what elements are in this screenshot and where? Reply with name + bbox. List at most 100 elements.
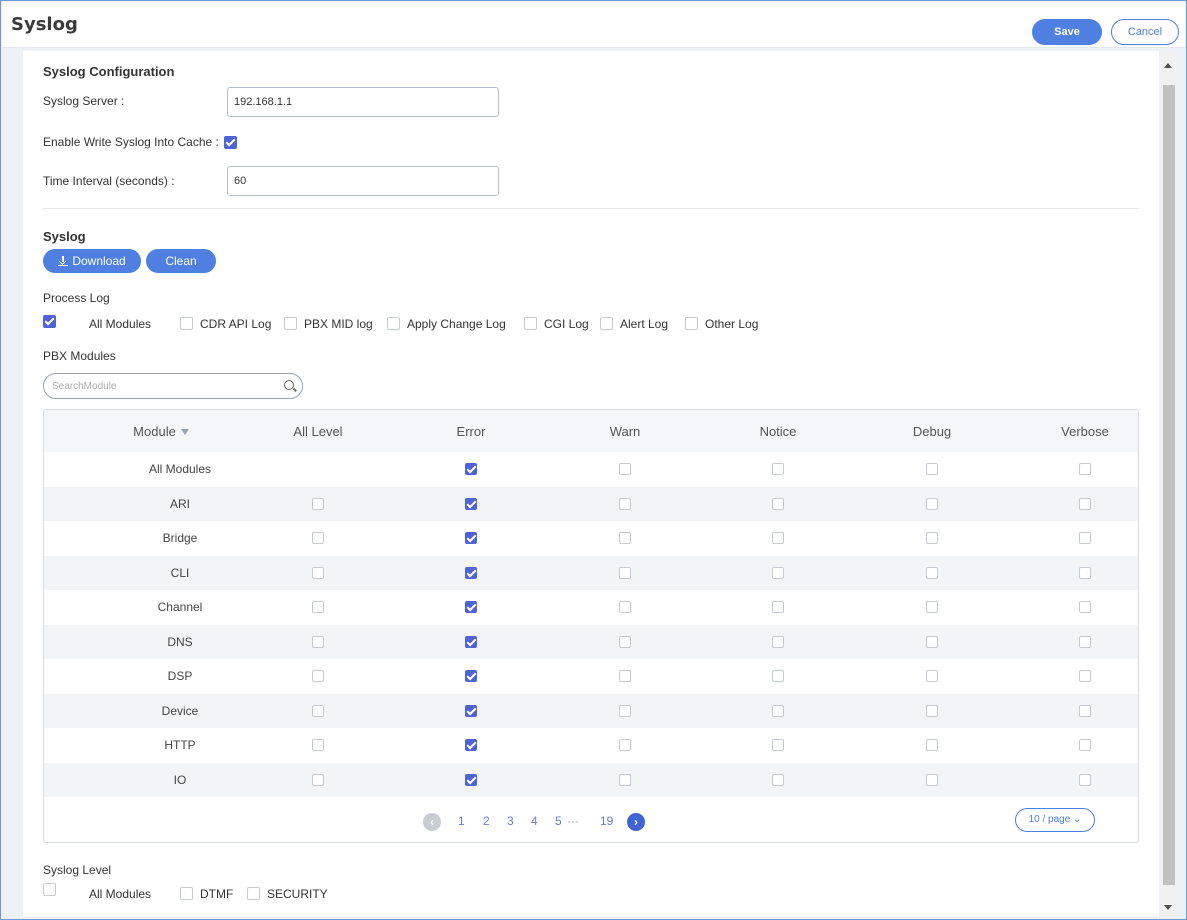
notice-checkbox[interactable] xyxy=(772,497,784,510)
warn-checkbox[interactable] xyxy=(619,497,631,510)
search-input[interactable]: SearchModule xyxy=(52,381,116,392)
chevron-left-icon[interactable]: ‹ xyxy=(423,813,441,831)
verbose-checkbox[interactable] xyxy=(1079,497,1091,510)
warn-checkbox[interactable] xyxy=(619,463,631,475)
scroll-down-icon[interactable] xyxy=(1164,905,1172,910)
chevron-right-icon[interactable]: › xyxy=(627,813,645,831)
error-checkbox[interactable] xyxy=(465,773,477,786)
notice-checkbox[interactable] xyxy=(772,773,784,786)
debug-checkbox[interactable] xyxy=(926,601,938,613)
cdr-api-log-checkbox[interactable] xyxy=(180,317,193,330)
notice-checkbox[interactable] xyxy=(772,601,784,613)
debug-checkbox[interactable] xyxy=(926,670,938,682)
clean-button[interactable]: Clean xyxy=(146,249,216,273)
error-checkbox[interactable] xyxy=(465,497,477,510)
error-checkbox[interactable] xyxy=(465,566,477,579)
vertical-scrollbar[interactable] xyxy=(1161,51,1177,917)
notice-checkbox[interactable] xyxy=(772,532,784,544)
warn-checkbox[interactable] xyxy=(619,566,631,579)
all-level-checkbox[interactable] xyxy=(312,532,324,544)
warn-checkbox[interactable] xyxy=(619,773,631,786)
cancel-button[interactable]: Cancel xyxy=(1111,19,1179,45)
warn-checkbox[interactable] xyxy=(619,739,631,751)
notice-checkbox[interactable] xyxy=(772,463,784,475)
debug-checkbox[interactable] xyxy=(926,739,938,751)
cache-label: Enable Write Syslog Into Cache : xyxy=(43,135,219,149)
level-all-modules-checkbox[interactable] xyxy=(43,883,56,896)
security-checkbox[interactable] xyxy=(247,887,260,900)
all-level-checkbox[interactable] xyxy=(312,635,324,648)
process-all-modules-checkbox[interactable] xyxy=(43,315,56,328)
debug-checkbox[interactable] xyxy=(926,773,938,786)
verbose-checkbox[interactable] xyxy=(1079,463,1091,475)
filter-icon[interactable] xyxy=(180,429,189,435)
notice-checkbox[interactable] xyxy=(772,739,784,751)
all-level-checkbox[interactable] xyxy=(312,739,324,751)
search-module-box[interactable]: SearchModule xyxy=(43,373,303,399)
other-log-checkbox[interactable] xyxy=(685,317,698,330)
syslog-server-input[interactable]: 192.168.1.1 xyxy=(227,87,499,117)
download-button[interactable]: Download xyxy=(43,249,141,273)
debug-checkbox[interactable] xyxy=(926,463,938,475)
error-checkbox[interactable] xyxy=(465,601,477,613)
page-2[interactable]: 2 xyxy=(483,814,490,828)
debug-checkbox[interactable] xyxy=(926,497,938,510)
table-row: DNS xyxy=(44,624,1138,659)
warn-checkbox[interactable] xyxy=(619,704,631,717)
verbose-checkbox[interactable] xyxy=(1079,601,1091,613)
apply-change-log-checkbox[interactable] xyxy=(387,317,400,330)
page-size-select[interactable]: 10 / page ⌄ xyxy=(1015,808,1095,832)
cache-checkbox[interactable] xyxy=(224,136,237,149)
all-level-checkbox[interactable] xyxy=(312,601,324,613)
search-icon[interactable] xyxy=(284,380,294,390)
verbose-checkbox[interactable] xyxy=(1079,739,1091,751)
notice-checkbox[interactable] xyxy=(772,635,784,648)
notice-checkbox[interactable] xyxy=(772,566,784,579)
debug-checkbox[interactable] xyxy=(926,566,938,579)
warn-checkbox[interactable] xyxy=(619,601,631,613)
all-level-checkbox[interactable] xyxy=(312,670,324,682)
verbose-checkbox[interactable] xyxy=(1079,704,1091,717)
col-all-level: All Level xyxy=(293,424,343,439)
page-last[interactable]: 19 xyxy=(600,814,613,828)
debug-checkbox[interactable] xyxy=(926,704,938,717)
verbose-checkbox[interactable] xyxy=(1079,670,1091,682)
all-level-checkbox[interactable] xyxy=(312,773,324,786)
pbx-mid-log-checkbox[interactable] xyxy=(284,317,297,330)
warn-checkbox[interactable] xyxy=(619,635,631,648)
error-checkbox[interactable] xyxy=(465,704,477,717)
error-checkbox[interactable] xyxy=(465,635,477,648)
verbose-checkbox[interactable] xyxy=(1079,532,1091,544)
page-5[interactable]: 5 xyxy=(555,814,562,828)
all-level-checkbox[interactable] xyxy=(312,566,324,579)
error-checkbox[interactable] xyxy=(465,532,477,544)
notice-checkbox[interactable] xyxy=(772,670,784,682)
apply-change-log-label: Apply Change Log xyxy=(407,317,506,331)
page-4[interactable]: 4 xyxy=(531,814,538,828)
save-button[interactable]: Save xyxy=(1032,19,1102,45)
verbose-checkbox[interactable] xyxy=(1079,773,1091,786)
scroll-up-icon[interactable] xyxy=(1164,63,1172,68)
error-checkbox[interactable] xyxy=(465,739,477,751)
alert-log-checkbox[interactable] xyxy=(600,317,613,330)
col-module[interactable]: Module xyxy=(81,424,241,439)
modules-table: Module All Level Error Warn Notice Debug… xyxy=(43,409,1139,843)
notice-checkbox[interactable] xyxy=(772,704,784,717)
time-interval-input[interactable]: 60 xyxy=(227,166,499,196)
warn-checkbox[interactable] xyxy=(619,532,631,544)
page-3[interactable]: 3 xyxy=(507,814,514,828)
debug-checkbox[interactable] xyxy=(926,635,938,648)
pagination-ellipsis[interactable]: ··· xyxy=(567,814,579,828)
dtmf-checkbox[interactable] xyxy=(180,887,193,900)
all-level-checkbox[interactable] xyxy=(312,704,324,717)
debug-checkbox[interactable] xyxy=(926,532,938,544)
error-checkbox[interactable] xyxy=(465,670,477,682)
verbose-checkbox[interactable] xyxy=(1079,566,1091,579)
warn-checkbox[interactable] xyxy=(619,670,631,682)
cgi-log-checkbox[interactable] xyxy=(524,317,537,330)
verbose-checkbox[interactable] xyxy=(1079,635,1091,648)
all-level-checkbox[interactable] xyxy=(312,497,324,510)
page-1[interactable]: 1 xyxy=(458,814,465,828)
scroll-thumb[interactable] xyxy=(1163,85,1175,885)
error-checkbox[interactable] xyxy=(465,463,477,475)
